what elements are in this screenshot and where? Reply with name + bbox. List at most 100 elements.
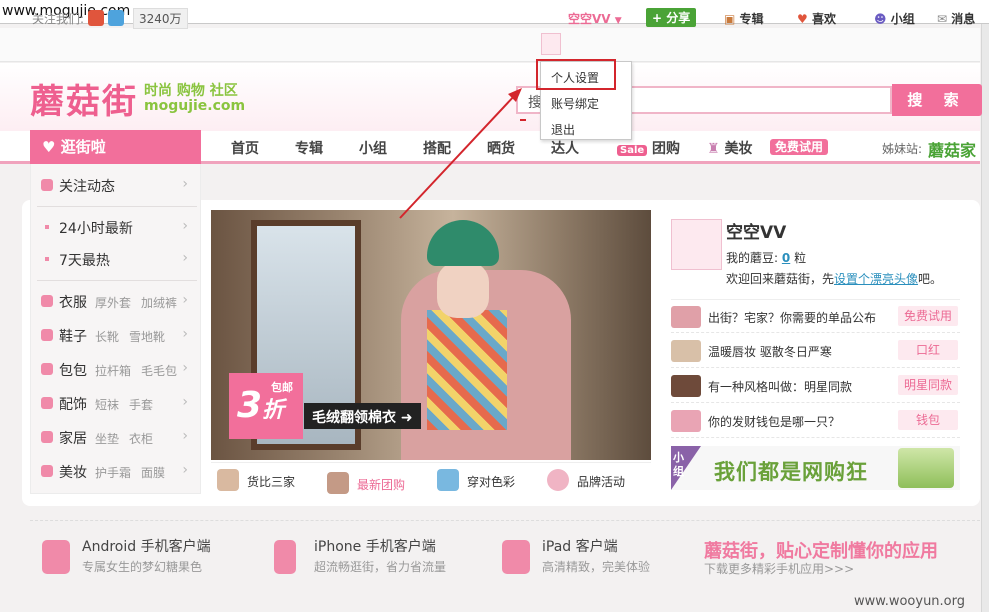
set-avatar-link[interactable]: 设置个漂亮头像 xyxy=(834,272,918,286)
divider xyxy=(37,280,197,281)
sister-site-link[interactable]: 蘑菇家 xyxy=(928,137,976,161)
nav-experts[interactable]: 达人 xyxy=(551,138,579,158)
sidebar-subitem[interactable]: 长靴 xyxy=(95,328,119,345)
chevron-right-icon: › xyxy=(182,462,188,478)
ring-icon xyxy=(41,397,53,409)
sister-site-label: 姊妹站: xyxy=(882,142,923,156)
sidebar-subitem[interactable]: 短袜 xyxy=(95,396,119,413)
tab-label: 穿对色彩 xyxy=(467,475,516,489)
sidebar-item-label: 配饰 xyxy=(59,397,87,413)
user-menu-trigger[interactable]: 空空VV ▼ xyxy=(568,10,622,27)
sidebar-item-hot[interactable]: 7天最热 › xyxy=(31,242,200,276)
menu-item-bind-account[interactable]: 账号绑定 xyxy=(551,95,599,112)
welcome-text: 欢迎回来蘑菇街，先 xyxy=(726,272,835,286)
messages-link[interactable]: ✉ 消息 xyxy=(937,10,975,27)
download-more-link[interactable]: 下载更多精彩手机应用>>> xyxy=(704,560,854,577)
likes-link[interactable]: ♥ 喜欢 xyxy=(797,10,836,27)
sidebar-subitem[interactable]: 毛毛包 xyxy=(141,362,177,379)
feed-tag[interactable]: 免费试用 xyxy=(898,306,958,326)
sidebar-subitem[interactable]: 雪地靴 xyxy=(129,328,165,345)
nav-outfits[interactable]: 搭配 xyxy=(423,138,451,158)
site-domain: mogujie.com xyxy=(144,98,246,114)
sidebar-item-clothes[interactable]: 衣服 厚外套 加绒裤 › xyxy=(31,284,200,318)
sidebar-subitem[interactable]: 拉杆箱 xyxy=(95,362,131,379)
user-name: 空空VV xyxy=(568,12,611,26)
feed-item[interactable]: 有一种风格叫做：明星同款 明星同款 xyxy=(671,369,960,403)
sidebar-item-accessories[interactable]: 配饰 短袜 手套 › xyxy=(31,386,200,420)
nav-groupbuy-label: 团购 xyxy=(652,141,681,157)
share-label: 分享 xyxy=(666,11,691,25)
sidebar-item-label: 衣服 xyxy=(59,295,87,311)
free-trial-badge[interactable]: 免费试用 xyxy=(770,138,829,155)
plus-icon: + xyxy=(652,11,663,25)
nav-beauty-label: 美妆 xyxy=(724,141,753,157)
groups-link[interactable]: ☻ 小组 xyxy=(874,10,915,27)
sidebar-subitem[interactable]: 手套 xyxy=(129,396,153,413)
chevron-right-icon: › xyxy=(182,428,188,444)
sidebar-subitem[interactable]: 衣柜 xyxy=(129,430,153,447)
nav-groupbuy[interactable]: Sale 团购 xyxy=(617,138,680,158)
feed-thumb xyxy=(671,306,701,328)
heart-icon: ♥ xyxy=(42,138,56,156)
menu-item-logout[interactable]: 退出 xyxy=(551,121,575,138)
nav-tab-browse[interactable]: ♥ 逛街啦 xyxy=(30,130,201,164)
sidebar-item-bags[interactable]: 包包 拉杆箱 毛毛包 › xyxy=(31,352,200,386)
feed-item[interactable]: 出街？宅家？你需要的单品公布 免费试用 xyxy=(671,299,960,333)
bullet-icon xyxy=(45,225,49,229)
profile-name[interactable]: 空空VV xyxy=(726,218,786,243)
share-button[interactable]: + 分享 xyxy=(646,8,697,27)
scrollbar[interactable] xyxy=(981,24,989,612)
promo-caption[interactable]: 毛绒翻领棉衣 ➜ xyxy=(304,403,421,429)
feed-item[interactable]: 你的发财钱包是哪一只？ 钱包 xyxy=(671,404,960,438)
chevron-right-icon: › xyxy=(182,176,188,192)
albums-label: 专辑 xyxy=(739,12,764,26)
app-name: Android 手机客户端 xyxy=(82,539,211,555)
search-button[interactable]: 搜 索 xyxy=(892,84,982,116)
feed-item[interactable]: 温暖唇妆 驱散冬日严寒 口红 xyxy=(671,334,960,368)
qzone-icon[interactable] xyxy=(107,10,124,26)
brand-icon xyxy=(547,469,569,491)
nav-showoff[interactable]: 晒货 xyxy=(487,138,515,158)
group-promo-image xyxy=(898,448,954,488)
beans-value[interactable]: 0 xyxy=(782,251,790,265)
sidebar-subitem[interactable]: 厚外套 xyxy=(95,294,131,311)
avatar[interactable] xyxy=(671,219,722,270)
divider xyxy=(37,206,197,207)
sidebar-subitem[interactable]: 面膜 xyxy=(141,464,165,481)
divider xyxy=(30,520,980,521)
site-logo[interactable]: 蘑菇街 xyxy=(30,74,138,123)
sidebar-subitem[interactable]: 坐垫 xyxy=(95,430,119,447)
feed-thumb xyxy=(671,340,701,362)
sidebar-item-label: 家居 xyxy=(59,431,87,447)
user-avatar-small[interactable] xyxy=(541,33,561,55)
sidebar-item-beauty[interactable]: 美妆 护手霜 面膜 › xyxy=(31,454,200,488)
android-icon xyxy=(42,540,70,574)
sidebar-item-label: 7天最热 xyxy=(59,253,110,269)
feed-tag[interactable]: 明星同款 xyxy=(898,375,958,395)
sidebar-item-follow[interactable]: 关注动态 › xyxy=(31,168,200,202)
feed-text: 出街？宅家？你需要的单品公布 xyxy=(708,311,877,325)
albums-link[interactable]: ▣ 专辑 xyxy=(724,10,764,27)
feed-tag[interactable]: 钱包 xyxy=(898,410,958,430)
chevron-right-icon: › xyxy=(182,292,188,308)
weibo-icon[interactable] xyxy=(87,10,104,26)
sidebar-subitem[interactable]: 加绒裤 xyxy=(141,294,177,311)
nav-groups[interactable]: 小组 xyxy=(359,138,387,158)
beans-label: 我的蘑豆: xyxy=(726,251,779,265)
sidebar-item-shoes[interactable]: 鞋子 长靴 雪地靴 › xyxy=(31,318,200,352)
nav-albums[interactable]: 专辑 xyxy=(295,138,323,158)
butterfly-icon xyxy=(437,469,459,491)
category-sidebar: 关注动态 › 24小时最新 › 7天最热 › 衣服 厚外套 加绒裤 › 鞋子 长… xyxy=(30,164,201,494)
nav-home[interactable]: 首页 xyxy=(231,138,259,158)
album-icon: ▣ xyxy=(724,12,736,26)
sidebar-item-latest[interactable]: 24小时最新 › xyxy=(31,210,200,244)
welcome-suffix: 吧。 xyxy=(918,272,943,286)
chat-icon xyxy=(41,179,53,191)
shoe-icon xyxy=(41,329,53,341)
nav-beauty[interactable]: ♜ 美妆 xyxy=(707,138,752,158)
feed-tag[interactable]: 口红 xyxy=(898,340,958,360)
banner-model-hat xyxy=(427,220,499,266)
sidebar-subitem[interactable]: 护手霜 xyxy=(95,464,131,481)
sidebar-item-home[interactable]: 家居 坐垫 衣柜 › xyxy=(31,420,200,454)
iphone-icon xyxy=(274,540,296,574)
